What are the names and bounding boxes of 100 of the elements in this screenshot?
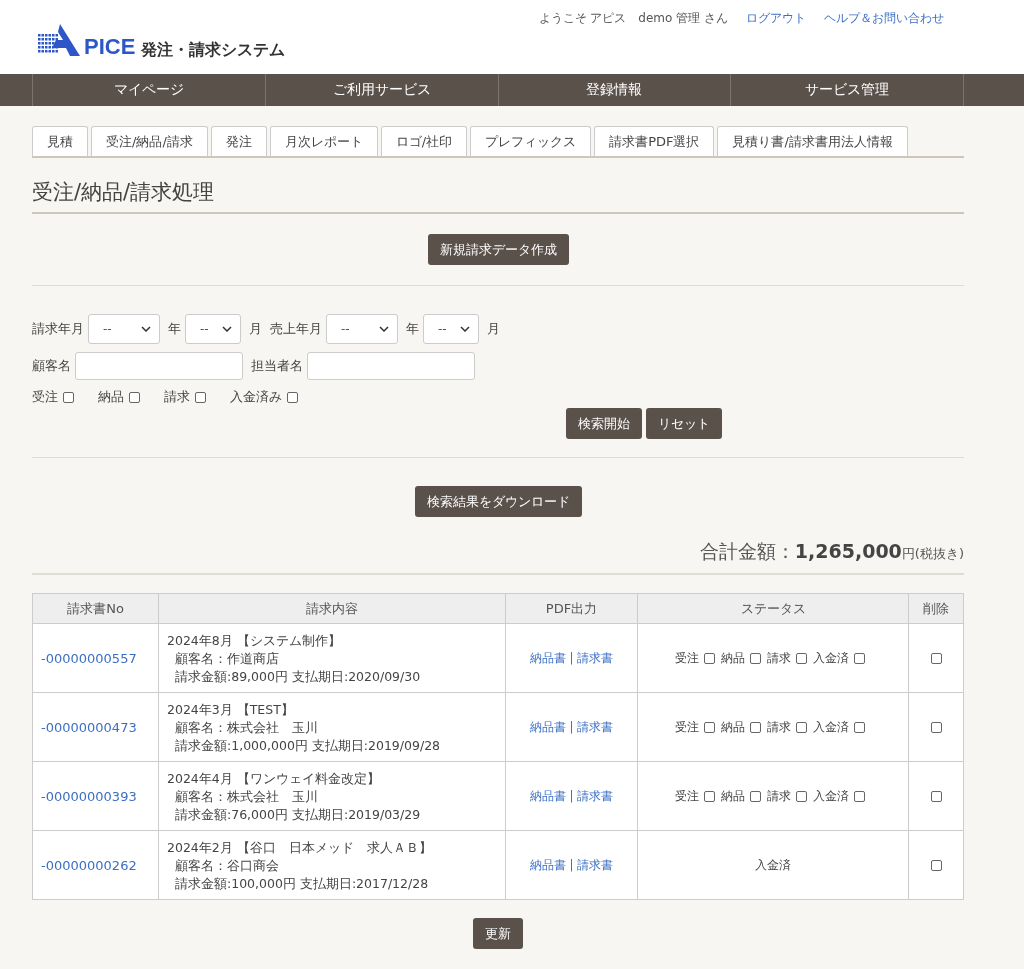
nav-item[interactable]: マイページ [32, 74, 265, 106]
nav-item[interactable]: サービス管理 [730, 74, 964, 106]
pdf-link[interactable]: 納品書 [530, 719, 567, 734]
checkbox[interactable] [854, 721, 865, 733]
nav-item[interactable]: 登録情報 [497, 74, 731, 106]
status-label: 入金済 [813, 718, 849, 736]
chevron-down-icon [222, 326, 232, 332]
filter-label: 売上年月 [270, 320, 322, 338]
checkbox[interactable] [930, 860, 942, 871]
total-unit: 円(税抜き) [901, 545, 964, 563]
status-label: 入金済 [813, 649, 849, 667]
filter-label: 月 [487, 320, 500, 338]
logo-icon [36, 22, 82, 58]
invoice-detail: 顧客名：株式会社 玉川 [174, 787, 319, 805]
filter-label: 年 [406, 320, 419, 338]
new-invoice-button[interactable]: 新規請求データ作成 [427, 234, 569, 265]
pdf-link[interactable]: 納品書 [530, 857, 567, 872]
download-button[interactable]: 検索結果をダウンロード [414, 486, 582, 517]
text-field[interactable] [307, 352, 475, 380]
tab[interactable]: 見積 [32, 126, 88, 156]
checkbox[interactable] [704, 652, 715, 664]
check-label: 納品 [98, 388, 124, 406]
checkbox[interactable] [796, 790, 807, 802]
total-amount: 1,265,000 [794, 540, 902, 562]
chevron-down-icon [141, 326, 151, 332]
checkbox[interactable] [750, 790, 761, 802]
total-label: 合計金額： [699, 539, 795, 564]
check-label: 請求 [164, 388, 190, 406]
status-label: 請求 [767, 718, 791, 736]
select-field[interactable]: -- [88, 314, 160, 344]
checkbox[interactable] [195, 391, 206, 403]
tab[interactable]: 見積り書/請求書用法人情報 [717, 126, 908, 156]
chevron-down-icon [379, 326, 389, 332]
checkbox[interactable] [854, 652, 865, 664]
invoice-number-link[interactable]: -00000000262 [41, 857, 137, 873]
checkbox[interactable] [750, 721, 761, 733]
update-button[interactable]: 更新 [473, 918, 523, 949]
text-field[interactable] [75, 352, 243, 380]
chevron-down-icon [460, 326, 470, 332]
check-label: 入金済み [230, 388, 282, 406]
pdf-link[interactable]: 請求書 [576, 650, 613, 665]
filter-label: 月 [249, 320, 262, 338]
column-header: 削除 [908, 593, 964, 624]
checkbox[interactable] [63, 391, 74, 403]
separator: | [569, 857, 574, 872]
invoice-detail: 2024年2月 【谷口 日本メッド 求人ＡＢ】 [167, 838, 433, 856]
separator: | [569, 788, 574, 803]
search-button[interactable]: 検索開始 [566, 408, 642, 439]
checkbox[interactable] [704, 721, 715, 733]
welcome-text: ようこそ アピス demo 管理 さん [538, 10, 728, 27]
invoice-number-link[interactable]: -00000000473 [41, 719, 137, 735]
pdf-link[interactable]: 納品書 [530, 650, 567, 665]
column-header: 請求書No [32, 593, 159, 624]
checkbox[interactable] [930, 791, 942, 802]
logo-text: PICE [84, 36, 136, 58]
status-label: 入金済 [813, 787, 849, 805]
tab[interactable]: プレフィックス [470, 126, 592, 156]
invoice-detail: 請求金額:76,000円 支払期日:2019/03/29 [174, 805, 422, 823]
select-field[interactable]: -- [185, 314, 241, 344]
checkbox[interactable] [796, 721, 807, 733]
invoice-number-link[interactable]: -00000000393 [41, 788, 137, 804]
select-field[interactable]: -- [326, 314, 398, 344]
checkbox[interactable] [854, 790, 865, 802]
checkbox[interactable] [704, 790, 715, 802]
pdf-link[interactable]: 請求書 [576, 857, 613, 872]
separator: | [569, 719, 574, 734]
invoice-number-link[interactable]: -00000000557 [41, 650, 137, 666]
checkbox[interactable] [930, 653, 942, 664]
filter-label: 担当者名 [251, 357, 303, 375]
tab[interactable]: ロゴ/社印 [380, 126, 468, 156]
system-name: 発注・請求システム [141, 42, 286, 58]
header-link[interactable]: ヘルプ＆お問い合わせ [824, 10, 944, 27]
pdf-link[interactable]: 請求書 [576, 719, 613, 734]
tab[interactable]: 発注 [210, 126, 267, 156]
status-label: 納品 [721, 787, 745, 805]
status-label: 受注 [675, 787, 699, 805]
invoice-detail: 顧客名：株式会社 玉川 [174, 718, 319, 736]
invoice-detail: 請求金額:100,000円 支払期日:2017/12/28 [174, 874, 430, 892]
tab[interactable]: 月次レポート [269, 126, 378, 156]
invoice-detail: 2024年8月 【システム制作】 [167, 631, 342, 649]
search-button[interactable]: リセット [646, 408, 722, 439]
invoice-detail: 2024年3月 【TEST】 [167, 700, 295, 718]
tab[interactable]: 請求書PDF選択 [594, 126, 715, 156]
pdf-link[interactable]: 納品書 [530, 788, 567, 803]
checkbox[interactable] [287, 391, 298, 403]
checkbox[interactable] [796, 652, 807, 664]
separator: | [569, 650, 574, 665]
invoice-detail: 顧客名：作道商店 [174, 649, 280, 667]
header-link[interactable]: ログアウト [746, 10, 806, 27]
select-field[interactable]: -- [423, 314, 479, 344]
invoice-detail: 請求金額:89,000円 支払期日:2020/09/30 [174, 667, 422, 685]
checkbox[interactable] [129, 391, 140, 403]
pdf-link[interactable]: 請求書 [576, 788, 613, 803]
nav-item[interactable]: ご利用サービス [264, 74, 498, 106]
checkbox[interactable] [750, 652, 761, 664]
tab[interactable]: 受注/納品/請求 [91, 126, 208, 156]
column-header: ステータス [637, 593, 909, 624]
column-header: PDF出力 [505, 593, 638, 624]
filter-label: 顧客名 [32, 357, 71, 375]
checkbox[interactable] [930, 722, 942, 733]
